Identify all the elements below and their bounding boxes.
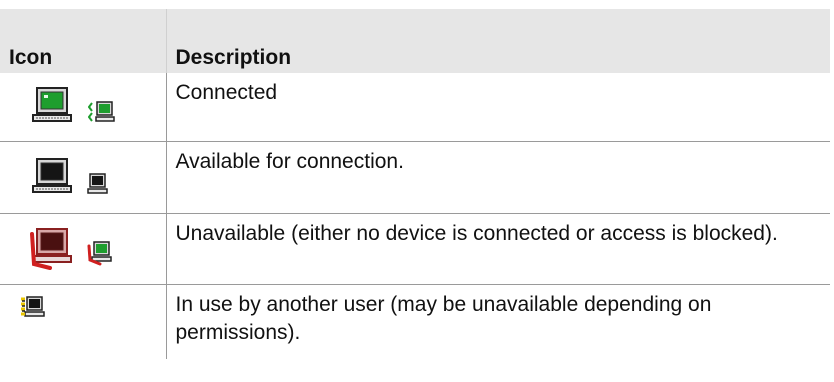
icon-cell — [0, 141, 167, 214]
pc-green-small-icon — [88, 101, 115, 122]
pc-in-use-icon — [21, 295, 45, 317]
description-cell: In use by another user (may be unavailab… — [175, 292, 712, 344]
pc-blocked-large-icon — [30, 227, 72, 270]
table-row: Unavailable (either no device is connect… — [0, 213, 830, 285]
table-row: Available for connection. — [0, 141, 830, 214]
table-row: In use by another user (may be unavailab… — [0, 284, 830, 359]
pc-green-large-icon — [32, 87, 72, 122]
icon-cell — [0, 73, 167, 142]
table-header-row: Icon Description — [0, 9, 830, 73]
description-cell: Available for connection. — [166, 141, 830, 214]
icon-description-table: Icon Description Connected Available for… — [0, 9, 830, 359]
icon-cell — [0, 213, 167, 285]
icon-legend: Icon Description Connected Available for… — [0, 0, 834, 382]
header-description: Description — [166, 9, 830, 73]
header-icon: Icon — [0, 9, 167, 73]
description-cell: Connected — [166, 73, 830, 142]
table-row: Connected — [0, 73, 830, 142]
pc-blocked-small-icon — [87, 240, 112, 265]
pc-small-icon — [87, 172, 108, 194]
pc-large-icon — [32, 157, 72, 193]
icon-cell — [0, 284, 167, 359]
description-cell: Unavailable (either no device is connect… — [166, 213, 830, 285]
